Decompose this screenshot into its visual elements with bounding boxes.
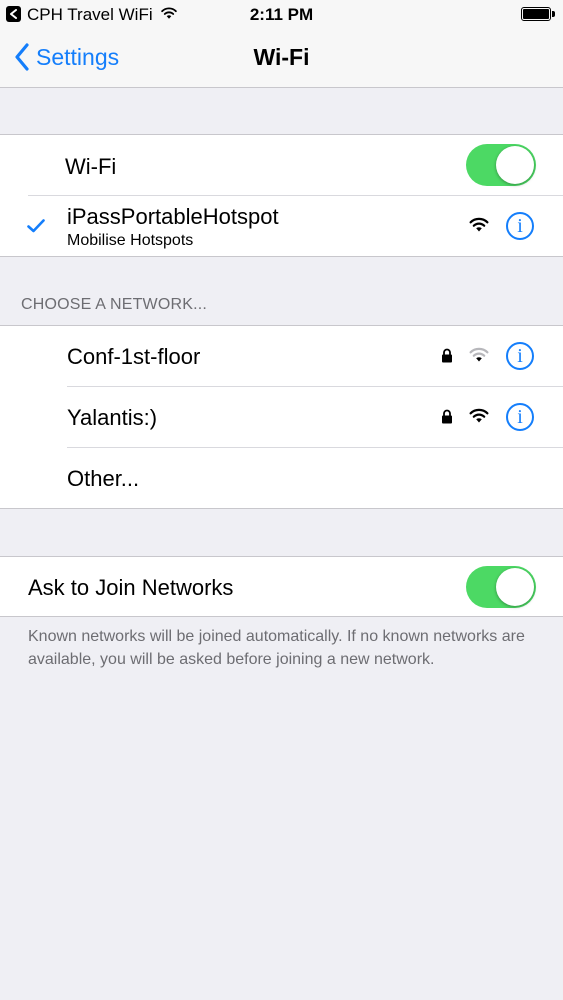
status-time: 2:11 PM (249, 5, 314, 24)
connected-network-info-button[interactable]: i (506, 212, 534, 240)
wifi-toggle-row: Wi-Fi (0, 135, 563, 195)
info-icon: i (517, 345, 523, 367)
ask-to-join-row: Ask to Join Networks (0, 557, 563, 617)
status-bar: CPH Travel WiFi 2:11 PM (0, 0, 563, 30)
network-row-yalantis[interactable]: Yalantis:) i (0, 387, 563, 447)
battery-tip (552, 11, 555, 17)
networks-group: Conf-1st-floor i Yalantis:) i Other... (0, 325, 563, 509)
connected-network-row[interactable]: iPassPortableHotspot Mobilise Hotspots i (0, 196, 563, 257)
ask-to-join-toggle[interactable] (466, 566, 536, 608)
network-info-button[interactable]: i (506, 342, 534, 370)
wifi-group: Wi-Fi iPassPortableHotspot Mobilise Hots… (0, 134, 563, 257)
battery-icon (521, 7, 551, 21)
other-network-label: Other... (67, 466, 140, 491)
wifi-label: Wi-Fi (65, 154, 117, 179)
toggle-knob (496, 568, 534, 606)
network-name: Yalantis:) (67, 405, 158, 430)
lock-icon (442, 409, 452, 424)
checkmark-icon (27, 219, 45, 233)
ask-to-join-footer: Known networks will be joined automatica… (28, 628, 525, 668)
toggle-knob (496, 146, 534, 184)
info-icon: i (517, 215, 523, 237)
lock-icon (442, 348, 452, 363)
ask-to-join-label: Ask to Join Networks (28, 575, 234, 600)
ask-to-join-group: Ask to Join Networks (0, 556, 563, 617)
connected-network-name: iPassPortableHotspot (67, 204, 279, 229)
network-name: Conf-1st-floor (67, 344, 201, 369)
choose-network-header: CHOOSE A NETWORK... (21, 296, 208, 313)
wifi-signal-icon (469, 347, 489, 362)
wifi-toggle[interactable] (466, 144, 536, 186)
wifi-signal-icon (469, 408, 489, 423)
network-row-conf-1st-floor[interactable]: Conf-1st-floor i (0, 326, 563, 386)
info-icon: i (517, 406, 523, 428)
network-info-button[interactable]: i (506, 403, 534, 431)
wifi-signal-icon (469, 217, 489, 232)
page-title: Wi-Fi (253, 44, 310, 70)
navigation-bar: Settings Wi-Fi (0, 30, 563, 88)
connected-network-subtitle: Mobilise Hotspots (67, 232, 194, 249)
other-network-row[interactable]: Other... (0, 448, 563, 508)
